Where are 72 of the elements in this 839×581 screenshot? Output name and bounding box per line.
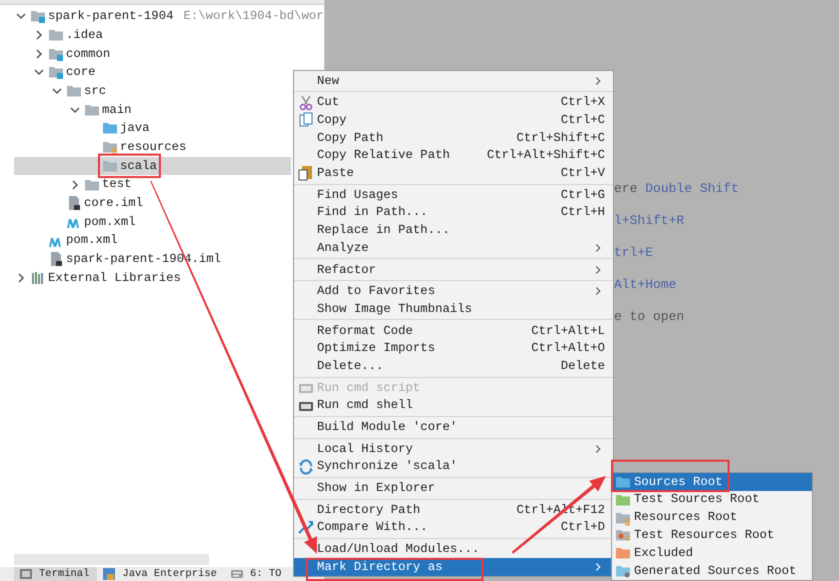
- folder-icon: [30, 8, 46, 24]
- folder-icon: [48, 64, 64, 80]
- menu-item[interactable]: Run cmd shell: [294, 396, 613, 414]
- folder-icon: [102, 120, 118, 136]
- copy-icon: [298, 112, 314, 128]
- tree-item[interactable]: pom.xml: [66, 231, 118, 250]
- tree-item[interactable]: common: [66, 44, 110, 63]
- project-path: E:\work\1904-bd\wor: [183, 8, 324, 26]
- library-icon: [30, 270, 46, 286]
- menu-item[interactable]: Compare With... Ctrl+D: [294, 518, 613, 536]
- tree-item[interactable]: java: [120, 119, 150, 138]
- horizontal-scrollbar[interactable]: [14, 554, 209, 565]
- menu-item[interactable]: Find in Path... Ctrl+H: [294, 204, 613, 222]
- menu-item[interactable]: Reformat Code Ctrl+Alt+L: [294, 322, 613, 340]
- hint-text: trl+E: [614, 245, 654, 260]
- menu-item[interactable]: Analyze: [294, 239, 613, 257]
- tree-item[interactable]: resources: [120, 138, 186, 156]
- file-icon: [66, 195, 82, 212]
- menu-item[interactable]: Show in Explorer: [294, 479, 613, 498]
- menu-item[interactable]: Copy Ctrl+C: [294, 111, 613, 130]
- scissors-icon: [298, 94, 314, 111]
- tool-window-tab[interactable]: 6: TO: [224, 567, 290, 581]
- menu-item[interactable]: Cut Ctrl+X: [294, 94, 613, 112]
- sync-icon: [298, 458, 314, 475]
- hint-text: Double Shift: [645, 181, 739, 196]
- tree-item[interactable]: src: [84, 82, 106, 100]
- tool-window-tab[interactable]: Java Enterprise: [97, 567, 225, 581]
- tree-item[interactable]: core: [66, 63, 96, 82]
- submenu-item[interactable]: Excluded: [612, 544, 812, 562]
- hint-text: e to open: [614, 309, 684, 324]
- menu-item[interactable]: Build Module 'core': [294, 418, 613, 436]
- selected-tree-row[interactable]: scala: [14, 156, 291, 176]
- folder-icon: [102, 139, 118, 156]
- tree-item[interactable]: test: [102, 175, 132, 194]
- tree-item[interactable]: scala: [102, 156, 157, 176]
- tree-item[interactable]: pom.xml: [84, 212, 136, 232]
- tree-item[interactable]: main: [102, 100, 132, 119]
- file-icon: [48, 251, 64, 268]
- menu-item[interactable]: Optimize Imports Ctrl+Alt+O: [294, 340, 613, 358]
- tree-item[interactable]: External Libraries: [48, 268, 181, 288]
- tree-item[interactable]: spark-parent-1904: [48, 7, 174, 26]
- tree-item[interactable]: core.iml: [84, 194, 144, 212]
- hint-text: Alt+Home: [614, 277, 676, 292]
- menu-item[interactable]: New: [294, 72, 613, 90]
- submenu-item[interactable]: Generated Sources Root: [612, 562, 812, 580]
- menu-item[interactable]: Local History: [294, 440, 613, 458]
- compare-icon: [298, 520, 314, 536]
- menu-item[interactable]: Paste Ctrl+V: [294, 164, 613, 182]
- menu-item[interactable]: Mark Directory as: [294, 558, 613, 576]
- paste-icon: [298, 165, 314, 182]
- menu-item[interactable]: Delete... Delete: [294, 357, 613, 375]
- menu-item[interactable]: Show Image Thumbnails: [294, 300, 613, 318]
- menu-item[interactable]: Replace in Path...: [294, 222, 613, 240]
- submenu-item[interactable]: Test Sources Root: [612, 490, 812, 509]
- menu-item[interactable]: Load/Unload Modules...: [294, 540, 613, 558]
- menu-item[interactable]: Refactor: [294, 260, 613, 279]
- submenu-item[interactable]: Sources Root: [612, 473, 812, 491]
- hint-text: l+Shift+R: [614, 213, 684, 228]
- submenu-item[interactable]: Resources Root: [612, 508, 812, 526]
- folder-icon: [66, 83, 82, 100]
- menu-item[interactable]: Find Usages Ctrl+G: [294, 186, 613, 204]
- tool-window-tab[interactable]: Terminal: [14, 567, 98, 581]
- folder-icon: [48, 27, 64, 44]
- submenu-item[interactable]: Test Resources Root: [612, 526, 812, 544]
- terminal-icon: [18, 566, 34, 581]
- menu-item[interactable]: Copy Relative Path Ctrl+Alt+Shift+C: [294, 146, 613, 164]
- menu-item[interactable]: Add to Favorites: [294, 282, 613, 300]
- menu-item[interactable]: Copy Path Ctrl+Shift+C: [294, 129, 613, 147]
- folder-icon: [615, 527, 631, 544]
- menu-item[interactable]: Synchronize 'scala': [294, 458, 613, 476]
- tree-item[interactable]: .idea: [66, 26, 103, 44]
- hint-text: ere: [614, 181, 638, 196]
